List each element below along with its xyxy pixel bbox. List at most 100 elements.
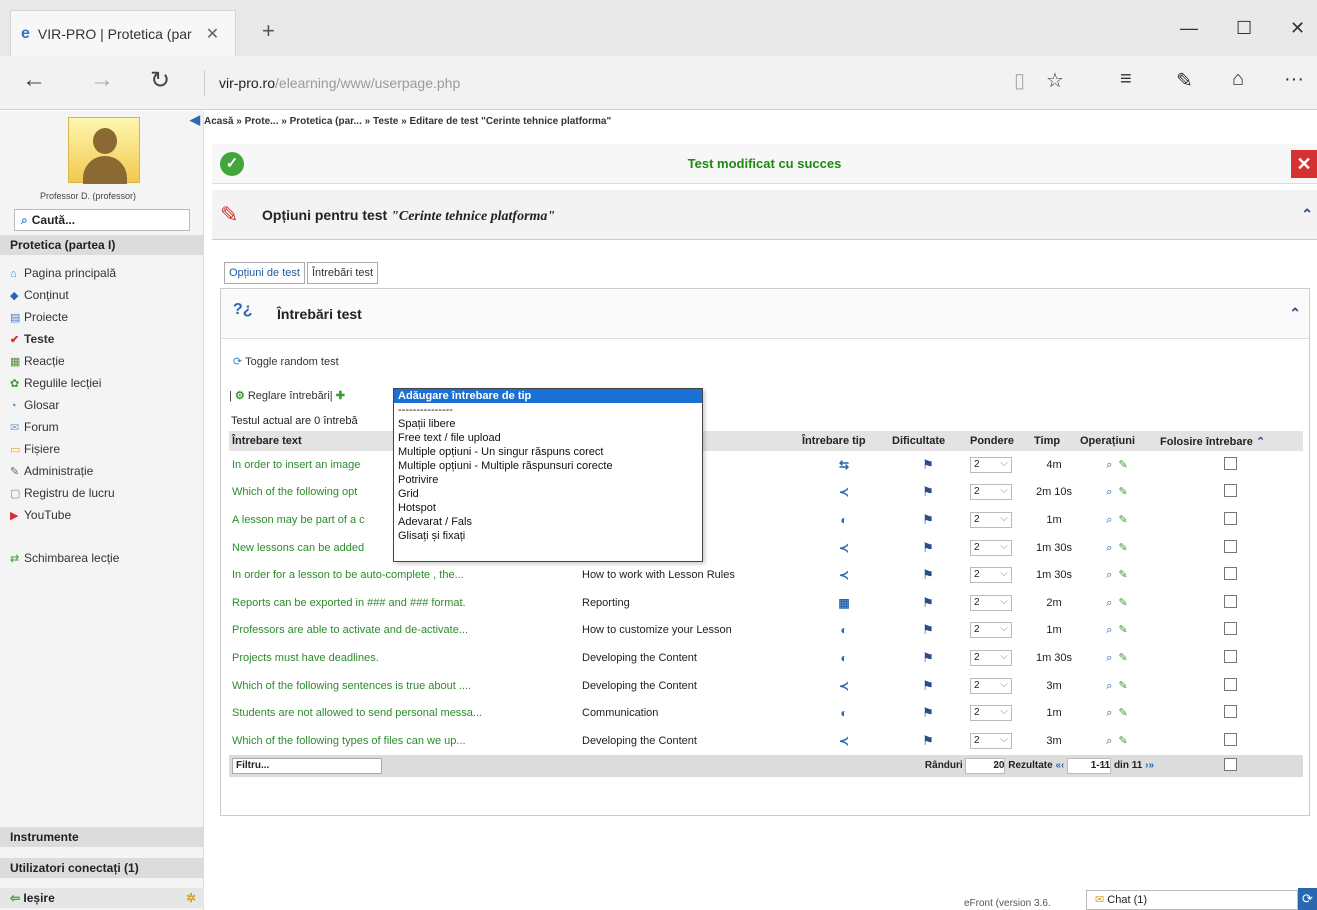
browser-tab[interactable]: e VIR-PRO | Protetica (par ✕ <box>10 10 236 56</box>
question-link[interactable]: Professors are able to activate and de-a… <box>229 617 579 645</box>
sidebar-item-home[interactable]: ⌂ Pagina principală <box>10 266 116 280</box>
window-close-button[interactable]: ✕ <box>1290 18 1305 39</box>
dropdown-option[interactable]: Spații libere <box>394 417 702 431</box>
sidebar-item-glossary[interactable]: ◔ Glosar <box>10 398 59 412</box>
question-link[interactable]: In order for a lesson to be auto-complet… <box>229 561 579 589</box>
question-link[interactable]: Projects must have deadlines. <box>229 644 579 672</box>
use-question-checkbox[interactable] <box>1223 677 1237 691</box>
web-note-icon[interactable]: ✎ <box>1176 68 1193 93</box>
chat-toggle-icon[interactable]: ⟳ <box>1298 888 1317 910</box>
preview-icon[interactable]: ⌕ <box>1106 514 1112 526</box>
chat-box[interactable]: ✉ Chat (1) <box>1086 890 1298 910</box>
question-link[interactable]: Students are not allowed to send persona… <box>229 699 579 727</box>
use-question-checkbox[interactable] <box>1223 539 1237 553</box>
sidebar-item-feedback[interactable]: ▦ Reacție <box>10 354 65 368</box>
share-icon[interactable]: ⌂ <box>1232 68 1244 91</box>
collapse-options-icon[interactable]: ⌃ <box>1301 206 1313 223</box>
sidebar-item-youtube[interactable]: ▶ YouTube <box>10 508 71 522</box>
sidebar-item-workbook[interactable]: ▢ Registru de lucru <box>10 486 115 500</box>
dropdown-option[interactable]: Adevarat / Fals <box>394 515 702 529</box>
search-input[interactable]: ⌕ Caută... <box>14 209 190 231</box>
question-link[interactable]: Which of the following types of files ca… <box>229 727 579 755</box>
edit-icon[interactable]: ✎ <box>1118 624 1127 636</box>
weight-select[interactable]: 2 <box>970 484 1012 501</box>
edit-icon[interactable]: ✎ <box>1118 459 1127 471</box>
select-all-checkbox[interactable] <box>1223 757 1237 771</box>
forward-button[interactable]: → <box>90 66 114 94</box>
preview-icon[interactable]: ⌕ <box>1106 486 1112 498</box>
dropdown-option[interactable]: Multiple opțiuni - Un singur răspuns cor… <box>394 445 702 459</box>
hub-icon[interactable]: ≡ <box>1120 68 1132 91</box>
weight-select[interactable]: 2 <box>970 622 1012 639</box>
dropdown-option[interactable]: Glisați și fixați <box>394 529 702 543</box>
preview-icon[interactable]: ⌕ <box>1106 542 1112 554</box>
col-weight[interactable]: Pondere <box>967 431 1031 451</box>
question-link[interactable]: Reports can be exported in ### and ### f… <box>229 589 579 617</box>
dropdown-option[interactable]: Grid <box>394 487 702 501</box>
change-lesson-link[interactable]: ⇄ Schimbarea lecție <box>10 551 119 565</box>
col-difficulty[interactable]: Dificultate <box>889 431 967 451</box>
dropdown-option[interactable]: Hotspot <box>394 501 702 515</box>
dropdown-option[interactable]: --------------- <box>394 403 702 417</box>
dropdown-option[interactable]: Potrivire <box>394 473 702 487</box>
preview-icon[interactable]: ⌕ <box>1106 652 1112 664</box>
new-tab-button[interactable]: + <box>262 18 275 44</box>
sidebar-item-rules[interactable]: ✿ Regulile lecției <box>10 376 101 390</box>
preview-icon[interactable]: ⌕ <box>1106 459 1112 471</box>
weight-select[interactable]: 2 <box>970 677 1012 694</box>
toggle-random-link[interactable]: ⟳ Toggle random test <box>233 355 339 368</box>
use-question-checkbox[interactable] <box>1223 594 1237 608</box>
edit-icon[interactable]: ✎ <box>1118 514 1127 526</box>
preview-icon[interactable]: ⌕ <box>1106 597 1112 609</box>
weight-select[interactable]: 2 <box>970 705 1012 722</box>
edit-icon[interactable]: ✎ <box>1118 542 1127 554</box>
use-question-checkbox[interactable] <box>1223 732 1237 746</box>
weight-select[interactable]: 2 <box>970 594 1012 611</box>
sidebar-item-content[interactable]: ◆ Conținut <box>10 288 69 302</box>
collapse-questions-icon[interactable]: ⌃ <box>1289 305 1301 322</box>
sidebar-item-files[interactable]: ▭ Fișiere <box>10 442 60 456</box>
weight-select[interactable]: 2 <box>970 539 1012 556</box>
question-link[interactable]: Which of the following sentences is true… <box>229 672 579 700</box>
address-bar[interactable]: vir-pro.ro/elearning/www/userpage.php <box>204 70 984 96</box>
sidebar-item-tests[interactable]: ✔ Teste <box>10 332 54 346</box>
sidebar-item-forum[interactable]: ✉ Forum <box>10 420 59 434</box>
reading-view-icon[interactable]: ▯ <box>1014 68 1025 93</box>
minimize-button[interactable]: — <box>1180 18 1198 39</box>
preview-icon[interactable]: ⌕ <box>1106 680 1112 692</box>
weight-select[interactable]: 2 <box>970 649 1012 666</box>
prev-page-icon[interactable]: ‹ <box>1061 760 1064 771</box>
edit-icon[interactable]: ✎ <box>1118 569 1127 581</box>
edit-icon[interactable]: ✎ <box>1118 486 1127 498</box>
tab-close-icon[interactable]: ✕ <box>206 24 219 44</box>
rows-per-page-select[interactable]: 20 <box>965 757 1006 774</box>
sidebar-item-administration[interactable]: ✎ Administrație <box>10 464 93 478</box>
weight-select[interactable]: 2 <box>970 511 1012 528</box>
close-banner-icon[interactable]: ✕ <box>1291 150 1317 178</box>
edit-icon[interactable]: ✎ <box>1118 707 1127 719</box>
maximize-button[interactable]: ☐ <box>1236 18 1252 39</box>
weight-select[interactable]: 2 <box>970 567 1012 584</box>
use-question-checkbox[interactable] <box>1223 484 1237 498</box>
use-question-checkbox[interactable] <box>1223 705 1237 719</box>
last-page-icon[interactable]: » <box>1148 760 1154 771</box>
add-question-type-dropdown[interactable]: Adăugare întrebare de tip ---------------… <box>393 388 703 562</box>
regulate-questions-link[interactable]: Reglare întrebări <box>248 390 330 402</box>
col-operations[interactable]: Operațiuni <box>1077 431 1157 451</box>
filter-input[interactable]: Filtru... <box>232 757 382 774</box>
col-use-question[interactable]: Folosire întrebare ⌃ <box>1157 431 1303 451</box>
more-icon[interactable]: ··· <box>1284 68 1304 91</box>
preview-icon[interactable]: ⌕ <box>1106 707 1112 719</box>
use-question-checkbox[interactable] <box>1223 649 1237 663</box>
use-question-checkbox[interactable] <box>1223 456 1237 470</box>
tab-test-options[interactable]: Opțiuni de test <box>224 262 305 284</box>
lesson-section-title[interactable]: Protetica (partea I) <box>0 235 204 255</box>
logout-button[interactable]: ⇦ Ieșire ✲ <box>0 888 204 908</box>
users-section-title[interactable]: Utilizatori conectați (1) <box>0 858 204 878</box>
weight-select[interactable]: 2 <box>970 456 1012 473</box>
col-question-type[interactable]: Întrebare tip <box>799 431 889 451</box>
preview-icon[interactable]: ⌕ <box>1106 735 1112 747</box>
back-arrow-icon[interactable]: ◀ <box>190 112 200 127</box>
dropdown-option[interactable]: Multiple opțiuni - Multiple răspunsuri c… <box>394 459 702 473</box>
weight-select[interactable]: 2 <box>970 732 1012 749</box>
